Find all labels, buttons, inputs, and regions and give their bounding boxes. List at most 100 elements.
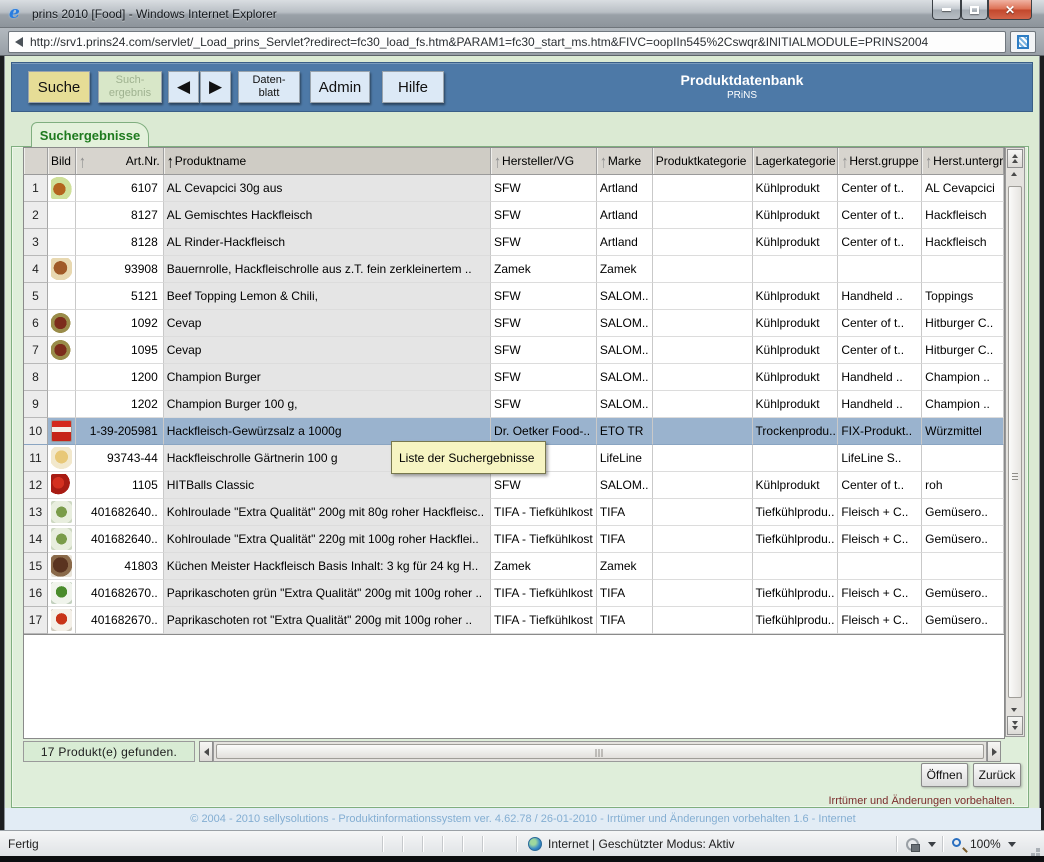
cell-untergr[interactable]: Champion ..	[922, 391, 1004, 418]
cell-untergr[interactable]	[922, 256, 1004, 283]
admin-button[interactable]: Admin	[310, 71, 370, 103]
search-result-button[interactable]: Such- ergebnis	[98, 71, 162, 103]
cell-marke[interactable]: SALOM..	[597, 310, 653, 337]
column-header-hersteller-vg[interactable]: ↑Hersteller/VG	[491, 148, 597, 174]
cell-art[interactable]: 6107	[76, 175, 164, 202]
cell-prodkat[interactable]	[653, 310, 753, 337]
cell-name[interactable]: HITBalls Classic	[164, 472, 491, 499]
resize-grip-icon[interactable]	[1036, 848, 1040, 852]
cell-art[interactable]: 8128	[76, 229, 164, 256]
cell-name[interactable]: Küchen Meister Hackfleisch Basis Inhalt:…	[164, 553, 491, 580]
cell-lagerkat[interactable]: Tiefkühlprodu..	[753, 607, 839, 634]
cell-art[interactable]: 401682640..	[76, 526, 164, 553]
table-row[interactable]: 16107AL Cevapcici 30g ausSFWArtlandKühlp…	[24, 175, 1004, 202]
cell-prodkat[interactable]	[653, 472, 753, 499]
scroll-left-button[interactable]	[199, 741, 213, 762]
cell-untergr[interactable]: roh	[922, 472, 1004, 499]
cell-gruppe[interactable]: Fleisch + C..	[838, 580, 922, 607]
cell-untergr[interactable]: Hackfleisch	[922, 202, 1004, 229]
cell-bild[interactable]	[48, 337, 76, 364]
tab-suchergebnisse[interactable]: Suchergebnisse	[31, 122, 149, 147]
cell-gruppe[interactable]: Center of t..	[838, 337, 922, 364]
cell-marke[interactable]: Artland	[597, 202, 653, 229]
cell-art[interactable]: 1092	[76, 310, 164, 337]
cell-gruppe[interactable]: Fleisch + C..	[838, 499, 922, 526]
cell-untergr[interactable]: Hitburger C..	[922, 310, 1004, 337]
cell-bild[interactable]	[48, 526, 76, 553]
cell-marke[interactable]: Artland	[597, 175, 653, 202]
dropdown-arrow-icon[interactable]	[928, 842, 936, 847]
table-row[interactable]: 13401682640..Kohlroulade "Extra Qualität…	[24, 499, 1004, 526]
column-header-art-nr[interactable]: ↑Art.Nr.	[76, 148, 164, 174]
protected-mode-icon[interactable]	[906, 838, 919, 851]
cell-art[interactable]: 8127	[76, 202, 164, 229]
cell-marke[interactable]: LifeLine	[597, 445, 653, 472]
cell-hersteller[interactable]: TIFA - Tiefkühlkost	[491, 499, 597, 526]
cell-marke[interactable]: Artland	[597, 229, 653, 256]
cell-lagerkat[interactable]: Kühlprodukt	[753, 337, 839, 364]
cell-untergr[interactable]: AL Cevapcici	[922, 175, 1004, 202]
cell-bild[interactable]	[48, 499, 76, 526]
cell-lagerkat[interactable]	[753, 553, 839, 580]
title-bar[interactable]: e prins 2010 [Food] - Windows Internet E…	[0, 0, 1044, 28]
open-button[interactable]: Öffnen	[921, 763, 968, 787]
table-row[interactable]: 28127AL Gemischtes HackfleischSFWArtland…	[24, 202, 1004, 229]
table-row[interactable]: 14401682640..Kohlroulade "Extra Qualität…	[24, 526, 1004, 553]
cell-name[interactable]: Cevap	[164, 337, 491, 364]
next-button[interactable]: ▶	[200, 71, 231, 103]
back-button[interactable]: Zurück	[973, 763, 1021, 787]
table-row[interactable]: 38128AL Rinder-HackfleischSFWArtlandKühl…	[24, 229, 1004, 256]
cell-marke[interactable]: SALOM..	[597, 364, 653, 391]
cell-hersteller[interactable]: SFW	[491, 391, 597, 418]
cell-art[interactable]: 1202	[76, 391, 164, 418]
scroll-up-icon[interactable]	[1011, 172, 1017, 176]
table-row[interactable]: 55121Beef Topping Lemon & Chili,SFWSALOM…	[24, 283, 1004, 310]
zoom-level[interactable]: 100%	[970, 837, 1001, 851]
close-button[interactable]: ✕	[988, 0, 1032, 20]
horizontal-scroll-thumb[interactable]	[216, 744, 984, 759]
cell-name[interactable]: Kohlroulade "Extra Qualität" 200g mit 80…	[164, 499, 491, 526]
cell-marke[interactable]: Zamek	[597, 256, 653, 283]
cell-hersteller[interactable]: TIFA - Tiefkühlkost	[491, 580, 597, 607]
cell-gruppe[interactable]: Fleisch + C..	[838, 607, 922, 634]
cell-lagerkat[interactable]: Kühlprodukt	[753, 202, 839, 229]
cell-hersteller[interactable]: TIFA - Tiefkühlkost	[491, 607, 597, 634]
maximize-button[interactable]	[961, 0, 988, 20]
minimize-button[interactable]	[932, 0, 961, 20]
cell-untergr[interactable]	[922, 553, 1004, 580]
cell-art[interactable]: 93908	[76, 256, 164, 283]
cell-untergr[interactable]: Gemüsero..	[922, 526, 1004, 553]
scroll-to-bottom-button[interactable]	[1007, 716, 1023, 735]
table-row[interactable]: 61092CevapSFWSALOM..KühlproduktCenter of…	[24, 310, 1004, 337]
cell-marke[interactable]: Zamek	[597, 553, 653, 580]
cell-prodkat[interactable]	[653, 580, 753, 607]
cell-prodkat[interactable]	[653, 499, 753, 526]
cell-prodkat[interactable]	[653, 175, 753, 202]
cell-lagerkat[interactable]: Kühlprodukt	[753, 310, 839, 337]
horizontal-scrollbar[interactable]	[213, 741, 987, 762]
scroll-right-button[interactable]	[987, 741, 1001, 762]
cell-marke[interactable]: SALOM..	[597, 472, 653, 499]
cell-art[interactable]: 401682640..	[76, 499, 164, 526]
cell-lagerkat[interactable]: Tiefkühlprodu..	[753, 526, 839, 553]
cell-marke[interactable]: ETO TR	[597, 418, 653, 445]
cell-untergr[interactable]: Hitburger C..	[922, 337, 1004, 364]
vertical-scroll-thumb[interactable]	[1008, 186, 1022, 698]
table-row[interactable]: 121105HITBalls ClassicSFWSALOM..Kühlprod…	[24, 472, 1004, 499]
cell-bild[interactable]	[48, 445, 76, 472]
cell-name[interactable]: Beef Topping Lemon & Chili,	[164, 283, 491, 310]
cell-marke[interactable]: TIFA	[597, 526, 653, 553]
cell-name[interactable]: AL Rinder-Hackfleisch	[164, 229, 491, 256]
cell-lagerkat[interactable]: Kühlprodukt	[753, 364, 839, 391]
cell-art[interactable]: 401682670..	[76, 607, 164, 634]
cell-marke[interactable]: TIFA	[597, 499, 653, 526]
table-row[interactable]: 493908Bauernrolle, Hackfleischrolle aus …	[24, 256, 1004, 283]
cell-lagerkat[interactable]: Trockenprodu..	[753, 418, 839, 445]
cell-prodkat[interactable]	[653, 526, 753, 553]
cell-bild[interactable]	[48, 283, 76, 310]
cell-lagerkat[interactable]: Tiefkühlprodu..	[753, 499, 839, 526]
cell-untergr[interactable]: Gemüsero..	[922, 607, 1004, 634]
cell-prodkat[interactable]	[653, 391, 753, 418]
cell-hersteller[interactable]: SFW	[491, 364, 597, 391]
cell-gruppe[interactable]: LifeLine S..	[838, 445, 922, 472]
